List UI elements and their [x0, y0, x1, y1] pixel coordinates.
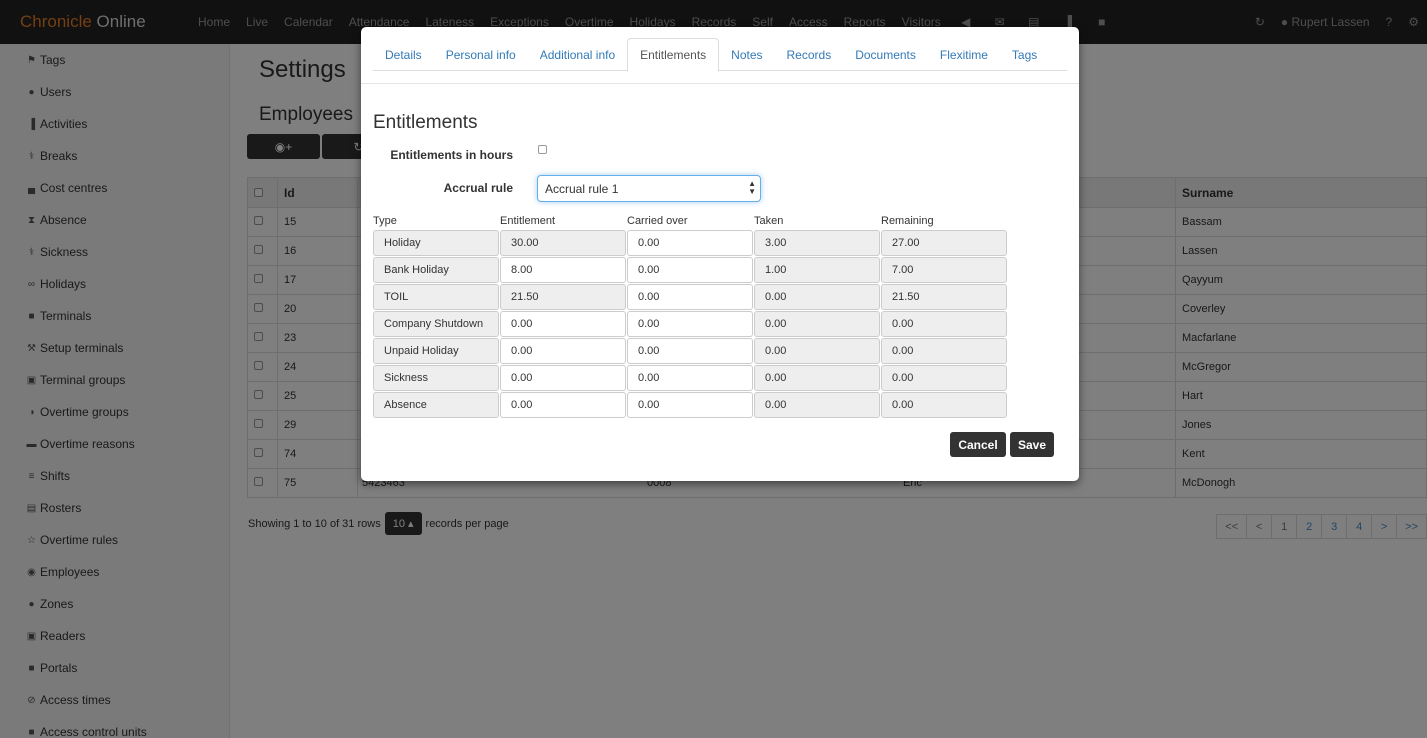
entitlements-grid: Type Entitlement Carried over Taken Remainin…	[373, 215, 1008, 419]
type-cell: Bank Holiday	[373, 257, 499, 283]
tab-flexitime[interactable]: Flexitime	[928, 38, 1000, 71]
employee-modal: Details Personal info Additional info Entit…	[361, 27, 1079, 481]
carried-over-input[interactable]: 0.00	[627, 338, 753, 364]
type-cell: Company Shutdown	[373, 311, 499, 337]
tab-details[interactable]: Details	[373, 38, 434, 71]
taken-cell: 0.00	[754, 311, 880, 337]
entitlement-row: Holiday 30.00 0.00 3.00 27.00	[373, 230, 1008, 257]
carried-over-input[interactable]: 0.00	[627, 230, 753, 256]
taken-cell: 1.00	[754, 257, 880, 283]
column-header-remaining: Remaining	[881, 215, 934, 227]
save-button[interactable]: Save	[1010, 432, 1054, 457]
entitlement-input[interactable]: 0.00	[500, 365, 626, 391]
type-cell: Sickness	[373, 365, 499, 391]
carried-over-input[interactable]: 0.00	[627, 392, 753, 418]
entitlement-row: Bank Holiday 8.00 0.00 1.00 7.00	[373, 257, 1008, 284]
accrual-rule-value: Accrual rule 1	[545, 181, 619, 196]
type-cell: Holiday	[373, 230, 499, 256]
column-header-entitlement: Entitlement	[500, 215, 556, 227]
entitlement-input: 30.00	[500, 230, 626, 256]
tab-tags[interactable]: Tags	[1000, 38, 1049, 71]
remaining-cell: 7.00	[881, 257, 1007, 283]
remaining-cell: 21.50	[881, 284, 1007, 310]
taken-cell: 0.00	[754, 365, 880, 391]
entitlement-input: 21.50	[500, 284, 626, 310]
carried-over-input[interactable]: 0.00	[627, 257, 753, 283]
hours-checkbox[interactable]	[538, 145, 547, 154]
tab-documents[interactable]: Documents	[843, 38, 928, 71]
taken-cell: 3.00	[754, 230, 880, 256]
column-header-carried-over: Carried over	[627, 215, 688, 227]
remaining-cell: 0.00	[881, 365, 1007, 391]
tab-personal-info[interactable]: Personal info	[434, 38, 528, 71]
entitlements-body: Holiday 30.00 0.00 3.00 27.00 Bank Holiday 8.0…	[373, 230, 1008, 419]
select-arrows-icon: ▲ ▼	[748, 179, 756, 196]
entitlement-input[interactable]: 8.00	[500, 257, 626, 283]
entitlement-input[interactable]: 0.00	[500, 311, 626, 337]
taken-cell: 0.00	[754, 392, 880, 418]
entitlement-input[interactable]: 0.00	[500, 338, 626, 364]
entitlement-input[interactable]: 0.00	[500, 392, 626, 418]
column-header-taken: Taken	[754, 215, 784, 227]
entitlement-row: Company Shutdown 0.00 0.00 0.00 0.00	[373, 311, 1008, 338]
carried-over-input[interactable]: 0.00	[627, 284, 753, 310]
accrual-rule-select[interactable]: Accrual rule 1 ▲ ▼	[537, 175, 761, 202]
carried-over-input[interactable]: 0.00	[627, 365, 753, 391]
remaining-cell: 0.00	[881, 311, 1007, 337]
carried-over-input[interactable]: 0.00	[627, 311, 753, 337]
entitlement-row: Sickness 0.00 0.00 0.00 0.00	[373, 365, 1008, 392]
taken-cell: 0.00	[754, 284, 880, 310]
remaining-cell: 0.00	[881, 338, 1007, 364]
tab-additional-info[interactable]: Additional info	[528, 38, 627, 71]
tab-records[interactable]: Records	[775, 38, 844, 71]
modal-tabs: Details Personal info Additional info Entit…	[373, 38, 1067, 72]
entitlement-row: TOIL 21.50 0.00 0.00 21.50	[373, 284, 1008, 311]
remaining-cell: 0.00	[881, 392, 1007, 418]
hours-label: Entitlements in hours	[390, 148, 513, 162]
cancel-button[interactable]: Cancel	[950, 432, 1006, 457]
type-cell: Unpaid Holiday	[373, 338, 499, 364]
entitlements-header: Type Entitlement Carried over Taken Remainin…	[373, 215, 1008, 230]
entitlements-heading: Entitlements	[373, 112, 478, 133]
type-cell: TOIL	[373, 284, 499, 310]
type-cell: Absence	[373, 392, 499, 418]
taken-cell: 0.00	[754, 338, 880, 364]
accrual-label: Accrual rule	[443, 181, 513, 195]
modal-divider	[361, 83, 1079, 84]
entitlement-row: Unpaid Holiday 0.00 0.00 0.00 0.00	[373, 338, 1008, 365]
column-header-type: Type	[373, 215, 397, 227]
entitlement-row: Absence 0.00 0.00 0.00 0.00	[373, 392, 1008, 419]
remaining-cell: 27.00	[881, 230, 1007, 256]
tab-entitlements[interactable]: Entitlements	[627, 38, 720, 72]
tab-notes[interactable]: Notes	[719, 38, 774, 71]
